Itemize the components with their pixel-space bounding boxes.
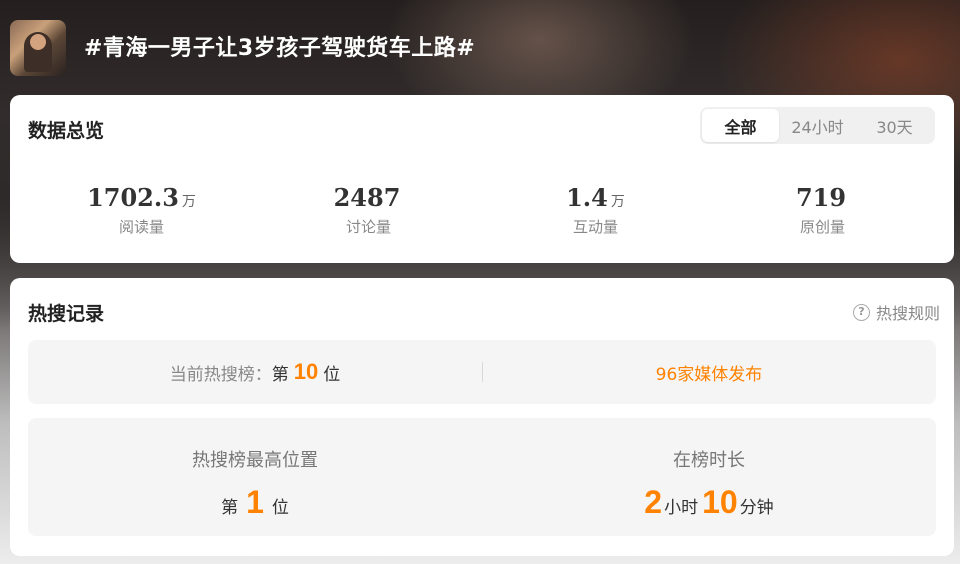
- stat-discussions: 2487 讨论量: [255, 183, 482, 243]
- highest-prefix: 第: [221, 498, 239, 518]
- hours-unit: 小时: [664, 498, 699, 518]
- highest-rank-heading: 热搜榜最高位置: [192, 450, 318, 471]
- stats-row: 1702.3 万 阅读量 2487 讨论量 1.4 万 互动量 719 原创量: [28, 183, 936, 243]
- hours-value: 2: [644, 484, 663, 520]
- stat-value: 719: [795, 183, 847, 212]
- rules-label: 热搜规则: [875, 304, 940, 323]
- time-on-list: 在榜时长 2 小时 10 分钟: [482, 418, 936, 536]
- highest-rank-value: 1: [246, 484, 264, 520]
- stat-value: 1.4: [566, 183, 608, 212]
- minutes-value: 10: [702, 484, 738, 520]
- media-publish-link[interactable]: 96家媒体发布: [482, 340, 936, 404]
- time-range-tabs: 全部 24小时 30天: [700, 107, 935, 144]
- stat-value: 2487: [333, 183, 401, 212]
- hot-search-records-card: 热搜记录 ? 热搜规则 当前热搜榜： 第 10 位 96家媒体发布 热搜榜最高位…: [10, 278, 954, 556]
- highest-rank: 热搜榜最高位置 第 1 位: [28, 418, 482, 536]
- current-rank-prefix: 当前热搜榜：: [169, 364, 272, 385]
- stat-label: 互动量: [572, 218, 618, 236]
- minutes-unit: 分钟: [739, 498, 774, 518]
- records-title: 热搜记录: [28, 303, 105, 325]
- tab-30d[interactable]: 30天: [856, 109, 933, 142]
- stat-interactions: 1.4 万 互动量: [482, 183, 709, 243]
- hot-search-rules-link[interactable]: ? 热搜规则: [852, 300, 940, 324]
- stat-unit: 万: [181, 194, 196, 210]
- stat-originals: 719 原创量: [709, 183, 936, 243]
- current-rank: 当前热搜榜： 第 10 位: [28, 340, 482, 404]
- topic-header: #青海一男子让3岁孩子驾驶货车上路#: [0, 0, 960, 95]
- stat-label: 原创量: [799, 218, 845, 236]
- rank-suffix: 位: [323, 364, 341, 385]
- highest-suffix: 位: [271, 498, 289, 518]
- tab-all[interactable]: 全部: [702, 109, 779, 142]
- stat-unit: 万: [610, 194, 625, 210]
- question-icon: ?: [852, 303, 870, 321]
- stat-reads: 1702.3 万 阅读量: [28, 183, 255, 243]
- stat-label: 阅读量: [118, 218, 164, 236]
- time-on-list-heading: 在榜时长: [673, 450, 745, 471]
- rank-stats-box: 热搜榜最高位置 第 1 位 在榜时长 2 小时 10 分钟: [28, 418, 936, 536]
- topic-avatar: [10, 20, 66, 76]
- tab-24h[interactable]: 24小时: [779, 109, 856, 142]
- current-rank-value: 10: [293, 359, 319, 384]
- data-overview-card: 数据总览 全部 24小时 30天 1702.3 万 阅读量 2487 讨论量 1.…: [10, 95, 954, 263]
- stat-label: 讨论量: [345, 218, 391, 236]
- rank-prefix: 第: [271, 364, 289, 385]
- overview-title: 数据总览: [28, 120, 105, 142]
- current-rank-box: 当前热搜榜： 第 10 位 96家媒体发布: [28, 340, 936, 404]
- stat-value: 1702.3: [87, 183, 179, 212]
- topic-title: #青海一男子让3岁孩子驾驶货车上路#: [84, 36, 476, 61]
